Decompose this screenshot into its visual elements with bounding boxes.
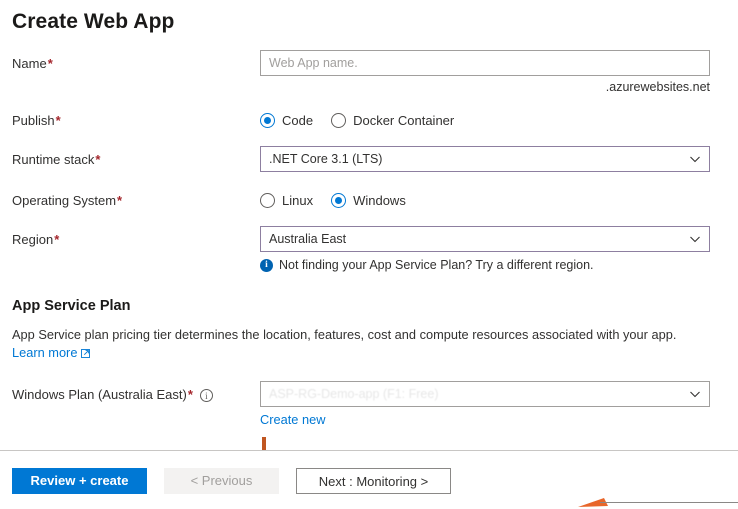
runtime-stack-field-col: .NET Core 3.1 (LTS) [260,146,726,172]
publish-radio-docker-container-label: Docker Container [353,112,455,128]
region-label-text: Region [12,232,54,247]
windows-plan-required-marker: * [187,387,193,402]
footer-button-row: Review + create < Previous Next : Monito… [0,451,738,494]
next-monitoring-button[interactable]: Next : Monitoring > [296,468,451,494]
create-web-app-form: Name* .azurewebsites.net Publish* Code D… [0,50,738,427]
app-service-plan-description: App Service plan pricing tier determines… [12,327,677,342]
publish-label: Publish* [12,106,260,129]
operating-system-radio-windows[interactable]: Windows [331,192,406,208]
annotation-leader-line [600,502,738,503]
runtime-stack-required-marker: * [95,152,101,167]
app-service-plan-heading: App Service Plan [12,298,131,314]
form-row-publish: Publish* Code Docker Container [12,106,726,134]
form-row-name: Name* .azurewebsites.net [12,50,726,94]
runtime-stack-label-text: Runtime stack [12,152,95,167]
windows-plan-selected-value: ASP-RG-Demo-app (F1: Free) [269,387,439,401]
info-outline-icon[interactable]: i [199,389,213,403]
publish-required-marker: * [55,113,61,128]
publish-field-col: Code Docker Container [260,106,726,133]
region-field-col: Australia East i Not finding your App Se… [260,226,726,272]
chevron-down-icon [689,388,701,400]
operating-system-radio-windows-label: Windows [353,192,406,208]
publish-radio-code[interactable]: Code [260,112,314,128]
radio-indicator-windows [331,192,347,208]
chevron-down-icon [689,233,701,245]
name-domain-suffix: .azurewebsites.net [605,80,710,94]
form-row-windows-plan: Windows Plan (Australia East)* i ASP-RG-D… [12,381,726,427]
publish-radio-group: Code Docker Container [260,106,726,133]
radio-indicator-code [260,112,275,128]
operating-system-label: Operating System* [12,186,260,209]
name-required-marker: * [47,56,53,71]
chevron-down-icon [689,153,701,165]
footer-bar: Review + create < Previous Next : Monito… [0,451,738,509]
form-row-runtime-stack: Runtime stack* .NET Core 3.1 (LTS) [12,146,726,174]
windows-plan-field-col: ASP-RG-Demo-app (F1: Free) Create new [260,381,726,427]
form-row-operating-system: Operating System* Linux Windows [12,186,726,214]
operating-system-radio-linux-label: Linux [282,192,314,208]
region-info-note: i Not finding your App Service Plan? Try… [260,258,726,272]
operating-system-radio-group: Linux Windows [260,186,726,213]
name-label-text: Name [12,56,47,71]
runtime-stack-label: Runtime stack* [12,146,260,168]
publish-radio-code-label: Code [282,112,314,128]
page-title: Create Web App [12,10,175,33]
create-new-plan-link[interactable]: Create new [260,412,325,427]
radio-indicator-docker-container [331,112,347,128]
operating-system-radio-linux[interactable]: Linux [260,192,314,208]
windows-plan-label: Windows Plan (Australia East)* i [12,381,260,403]
windows-plan-label-text: Windows Plan (Australia East) [12,387,187,402]
region-required-marker: * [54,232,60,247]
operating-system-field-col: Linux Windows [260,186,726,213]
name-input[interactable] [260,50,710,76]
form-row-region: Region* Australia East i Not finding you… [12,226,726,272]
runtime-stack-selected-value: .NET Core 3.1 (LTS) [269,152,383,166]
learn-more-link[interactable]: Learn more [12,345,91,360]
windows-plan-dropdown[interactable]: ASP-RG-Demo-app (F1: Free) [260,381,710,407]
publish-radio-docker-container[interactable]: Docker Container [331,112,455,128]
region-dropdown[interactable]: Australia East [260,226,710,252]
region-info-note-text: Not finding your App Service Plan? Try a… [279,258,594,272]
name-label: Name* [12,50,260,72]
previous-button: < Previous [164,468,279,494]
publish-label-text: Publish [12,113,55,128]
external-link-icon [81,348,91,358]
annotation-cursor-mark [262,437,266,451]
runtime-stack-dropdown[interactable]: .NET Core 3.1 (LTS) [260,146,710,172]
review-create-button[interactable]: Review + create [12,468,147,494]
region-label: Region* [12,226,260,248]
region-selected-value: Australia East [269,232,347,246]
operating-system-label-text: Operating System [12,193,117,208]
learn-more-label: Learn more [12,345,78,360]
radio-indicator-linux [260,192,275,208]
name-field-col: .azurewebsites.net [260,50,726,94]
info-icon: i [260,258,273,272]
operating-system-required-marker: * [117,193,123,208]
